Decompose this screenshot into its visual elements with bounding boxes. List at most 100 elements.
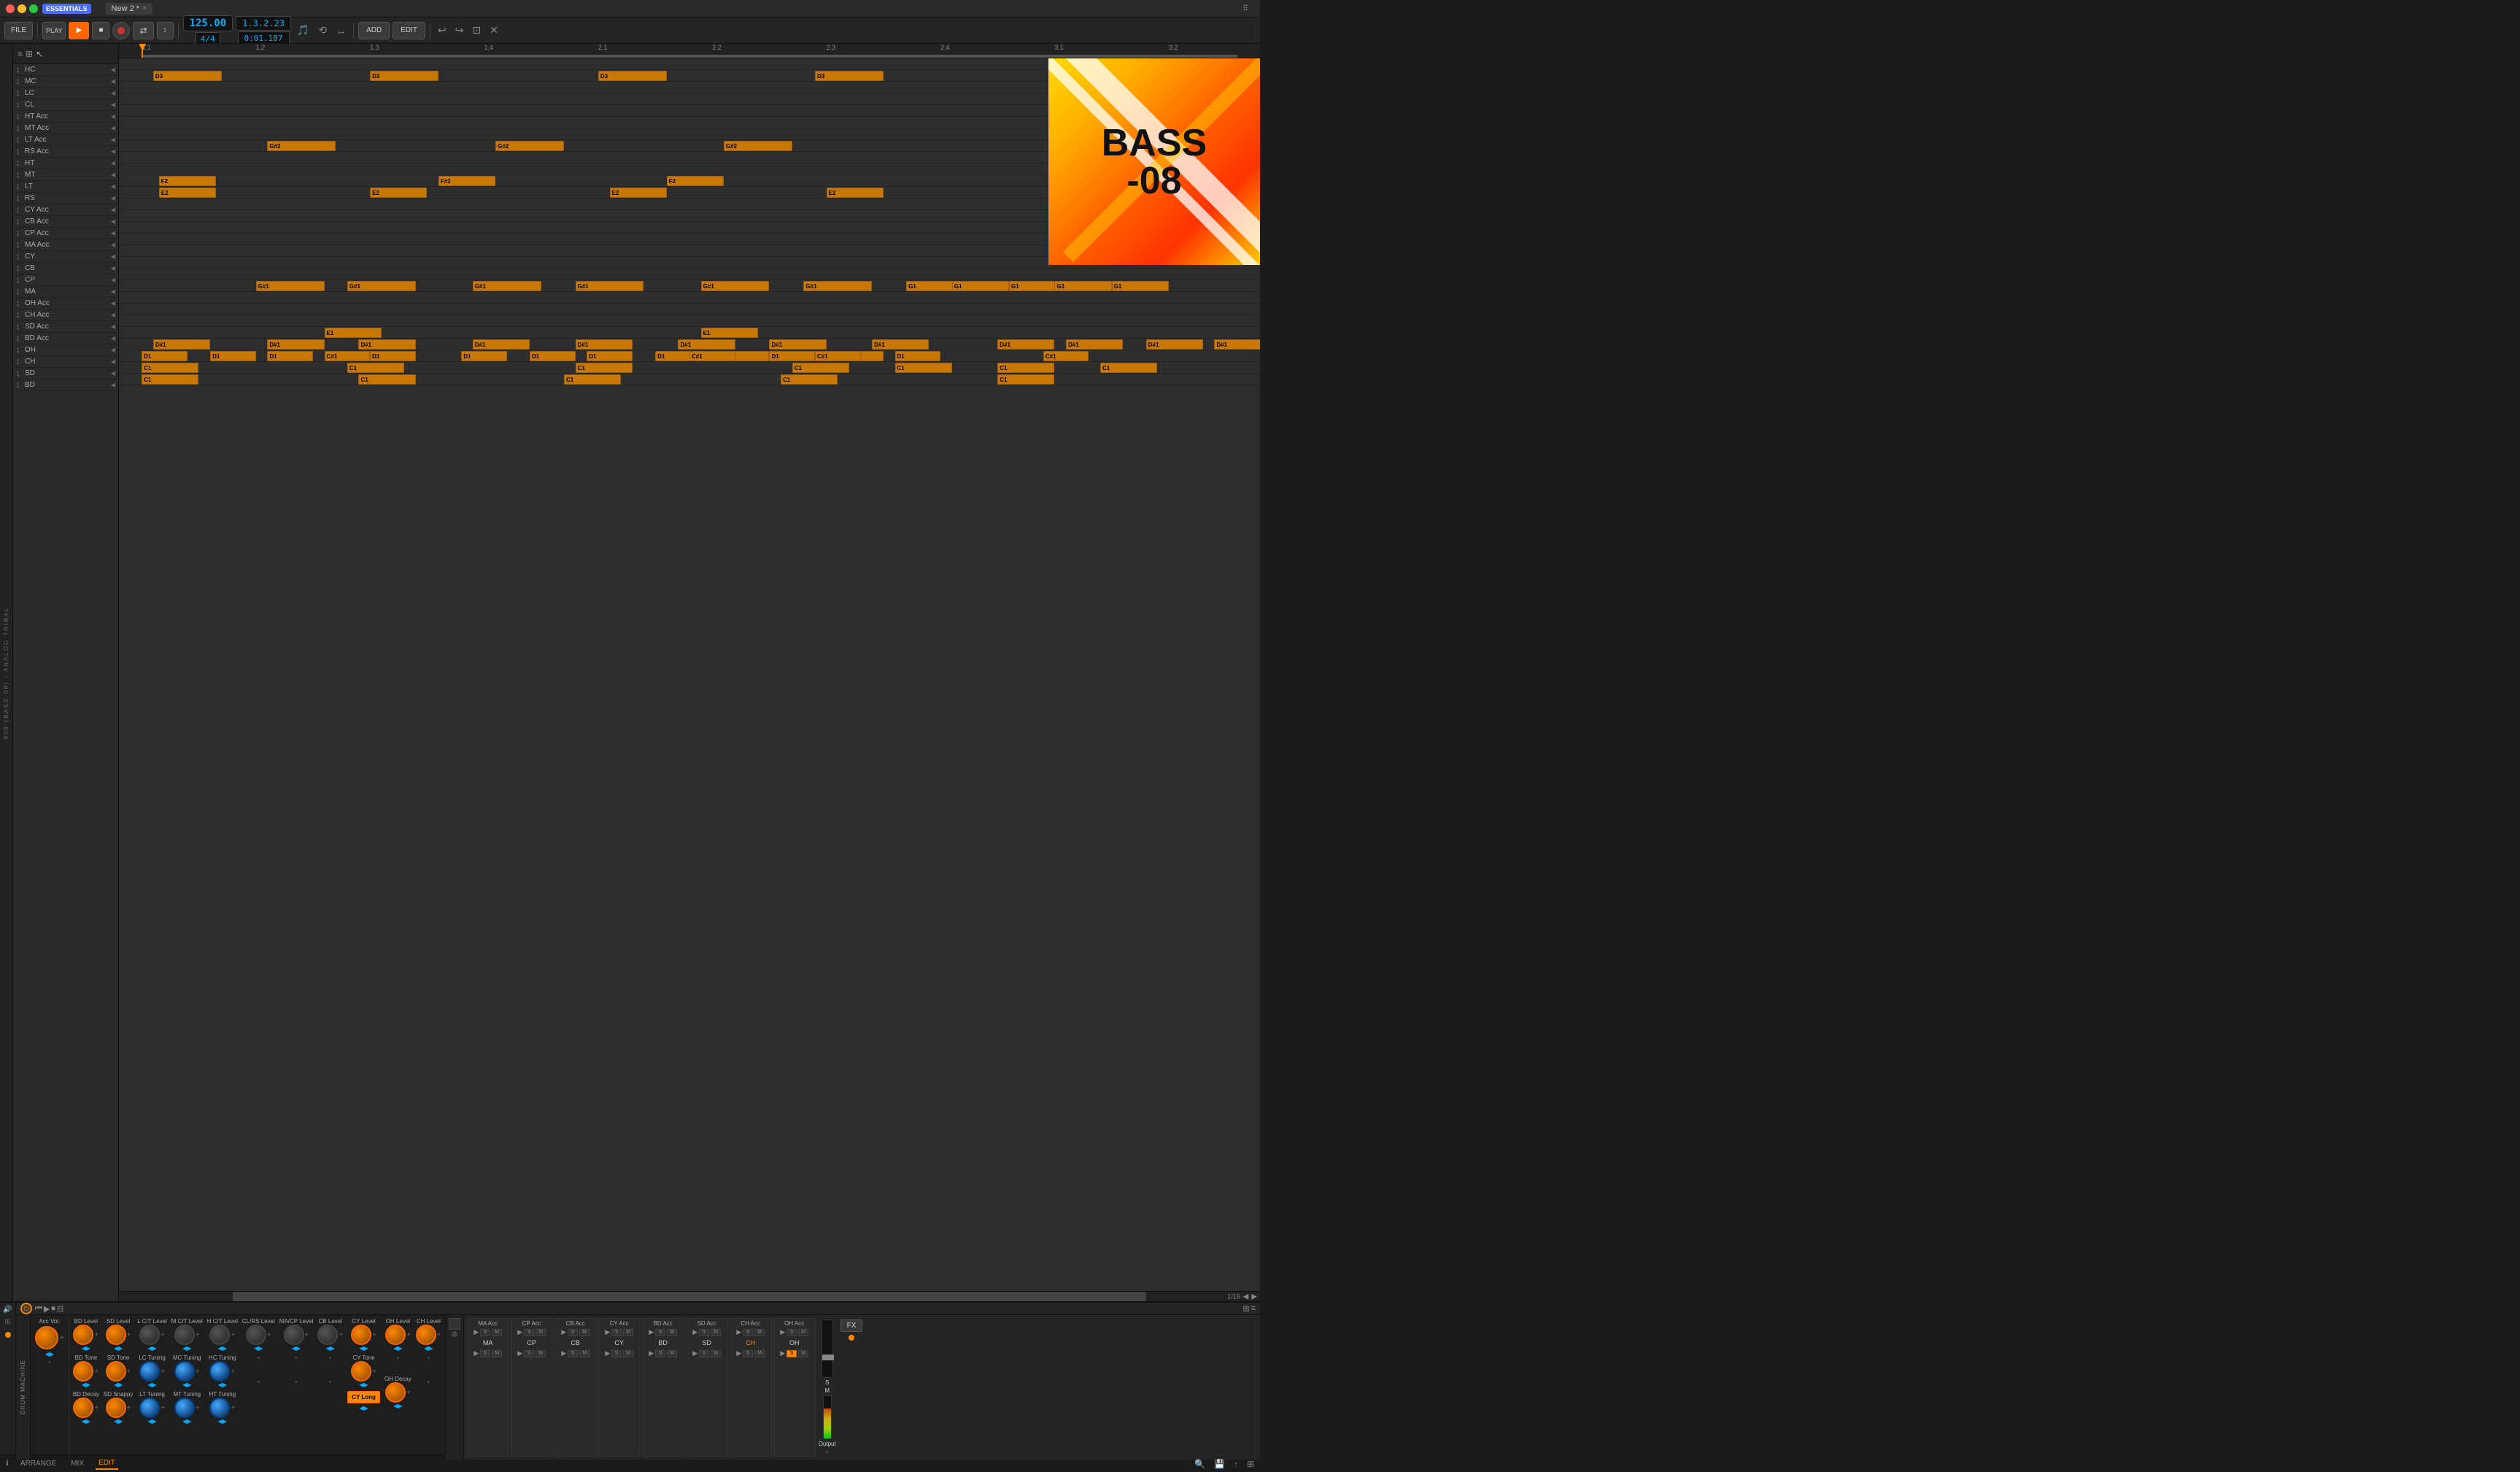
- bd-level-plus[interactable]: +: [94, 1331, 98, 1339]
- cy-tone-plus[interactable]: +: [372, 1368, 376, 1376]
- info-icon[interactable]: ℹ: [6, 1460, 9, 1468]
- time-display[interactable]: 0:01.107: [238, 31, 290, 45]
- sd-tone-knob[interactable]: [106, 1361, 126, 1382]
- cy-long-button[interactable]: CY Long: [347, 1391, 380, 1403]
- delete-button[interactable]: ✕: [487, 23, 501, 38]
- cp-play2[interactable]: ▶: [517, 1349, 522, 1357]
- clrs-level-plus[interactable]: +: [267, 1331, 271, 1339]
- note-d1-12[interactable]: D1: [895, 351, 941, 361]
- acc-vol-plus[interactable]: +: [60, 1334, 64, 1342]
- pattern-icon[interactable]: ⊟: [57, 1304, 63, 1314]
- note-gs1-4[interactable]: G#1: [576, 281, 644, 291]
- note-d3-2[interactable]: D3: [370, 71, 438, 81]
- oh-m2[interactable]: M: [798, 1350, 808, 1357]
- bd-decay-plus[interactable]: +: [94, 1404, 98, 1412]
- hct-level-plus[interactable]: +: [231, 1331, 235, 1339]
- oh-s2[interactable]: S: [786, 1350, 797, 1357]
- oh-acc-s[interactable]: S: [786, 1329, 797, 1336]
- note-g1-2[interactable]: G1: [952, 281, 1009, 291]
- bd-level-knob[interactable]: [73, 1325, 93, 1345]
- note-d1-1[interactable]: D1: [142, 351, 188, 361]
- cb-level-knob[interactable]: [317, 1325, 338, 1345]
- position-display[interactable]: 1.3.2.23: [236, 16, 291, 31]
- lct-level-plus[interactable]: +: [161, 1331, 165, 1339]
- tempo-display[interactable]: 125.00: [183, 15, 233, 31]
- note-bd-c1-2[interactable]: C1: [358, 374, 415, 385]
- note-gs2-3[interactable]: G#2: [724, 141, 792, 151]
- arrange-tab[interactable]: ARRANGE: [18, 1458, 59, 1469]
- cb-acc-play[interactable]: ▶: [561, 1328, 566, 1336]
- cy-m2[interactable]: M: [623, 1350, 633, 1357]
- search-icon[interactable]: 🔍: [1194, 1459, 1205, 1469]
- s-button[interactable]: S: [825, 1379, 829, 1386]
- oh-decay-knob[interactable]: [385, 1382, 406, 1403]
- note-cs1-1[interactable]: C#1: [325, 351, 371, 361]
- ch-m2[interactable]: M: [754, 1350, 765, 1357]
- bd-acc-m[interactable]: M: [667, 1329, 677, 1336]
- play-label-button[interactable]: PLAY: [42, 22, 66, 39]
- bd-decay-knob[interactable]: [73, 1398, 93, 1418]
- view-icon-2[interactable]: ≡: [1251, 1304, 1256, 1314]
- power-button[interactable]: ⏻: [20, 1303, 32, 1314]
- play-sm-icon[interactable]: ▶: [44, 1304, 50, 1314]
- note-d1-2[interactable]: D1: [210, 351, 256, 361]
- view-icon-1[interactable]: ⊞: [1242, 1304, 1249, 1314]
- note-c1-7[interactable]: C1: [1100, 363, 1157, 373]
- fx-button[interactable]: FX: [840, 1319, 863, 1332]
- cp-m2[interactable]: M: [536, 1350, 546, 1357]
- grid-view-icon[interactable]: ⊞: [26, 49, 33, 59]
- mix-tab[interactable]: MIX: [68, 1458, 87, 1469]
- ht-tuning-plus[interactable]: +: [231, 1404, 235, 1412]
- sd-s2[interactable]: S: [699, 1350, 709, 1357]
- cy-level-knob[interactable]: [351, 1325, 371, 1345]
- undo-button[interactable]: ↩: [435, 23, 449, 38]
- mct-level-plus[interactable]: +: [196, 1331, 200, 1339]
- note-ds1-10[interactable]: D#1: [1066, 339, 1123, 350]
- note-e2-1[interactable]: E2: [159, 188, 216, 198]
- lc-tuning-plus[interactable]: +: [161, 1368, 165, 1376]
- note-ds1-7[interactable]: D#1: [769, 339, 826, 350]
- ch-acc-play[interactable]: ▶: [736, 1328, 741, 1336]
- note-ds1-12[interactable]: D#1: [1214, 339, 1260, 350]
- note-bd-c1-3[interactable]: C1: [564, 374, 621, 385]
- note-bd-c1-4[interactable]: C1: [781, 374, 838, 385]
- ma-s2[interactable]: S: [480, 1350, 490, 1357]
- hc-tuning-plus[interactable]: +: [231, 1368, 235, 1376]
- save-icon[interactable]: 💾: [1214, 1459, 1225, 1469]
- close-button[interactable]: [6, 4, 15, 13]
- cy-tone-knob[interactable]: [351, 1361, 371, 1382]
- cb-level-plus[interactable]: +: [339, 1331, 343, 1339]
- hc-tuning-knob[interactable]: [209, 1361, 230, 1382]
- note-ds1-2[interactable]: D#1: [267, 339, 324, 350]
- lt-tuning-plus[interactable]: +: [161, 1404, 165, 1412]
- note-d3-4[interactable]: D3: [815, 71, 884, 81]
- cy-acc-play[interactable]: ▶: [605, 1328, 610, 1336]
- cy-s2[interactable]: S: [611, 1350, 622, 1357]
- stop-button[interactable]: ■: [92, 22, 109, 39]
- note-c1-3[interactable]: C1: [576, 363, 633, 373]
- note-e1-2[interactable]: E1: [701, 328, 758, 338]
- mc-tuning-plus[interactable]: +: [196, 1368, 200, 1376]
- copy-button[interactable]: ⊡: [469, 23, 484, 38]
- tab-close-button[interactable]: ×: [142, 4, 147, 12]
- mct-level-knob[interactable]: [174, 1325, 195, 1345]
- sd-acc-s[interactable]: S: [699, 1329, 709, 1336]
- settings-icon[interactable]: ⊞: [1247, 1459, 1254, 1469]
- maximize-button[interactable]: [29, 4, 38, 13]
- prev-icon[interactable]: ⏮: [35, 1304, 42, 1314]
- note-e2-4[interactable]: E2: [827, 188, 884, 198]
- redo-button[interactable]: ↪: [452, 23, 467, 38]
- m-button[interactable]: M: [824, 1387, 830, 1394]
- cb-acc-s[interactable]: S: [568, 1329, 578, 1336]
- note-d1-7[interactable]: D1: [587, 351, 633, 361]
- note-bd-c1-1[interactable]: C1: [142, 374, 198, 385]
- oh-acc-play[interactable]: ▶: [780, 1328, 785, 1336]
- speaker-icon[interactable]: 🔊: [3, 1306, 12, 1314]
- clrs-level-knob[interactable]: [246, 1325, 266, 1345]
- sd-level-knob[interactable]: [106, 1325, 126, 1345]
- oh-acc-m[interactable]: M: [798, 1329, 808, 1336]
- metronome-button[interactable]: 🎵: [294, 23, 312, 38]
- note-c1-1[interactable]: C1: [142, 363, 198, 373]
- note-gs1-5[interactable]: G#1: [701, 281, 770, 291]
- ch-play2[interactable]: ▶: [736, 1349, 741, 1357]
